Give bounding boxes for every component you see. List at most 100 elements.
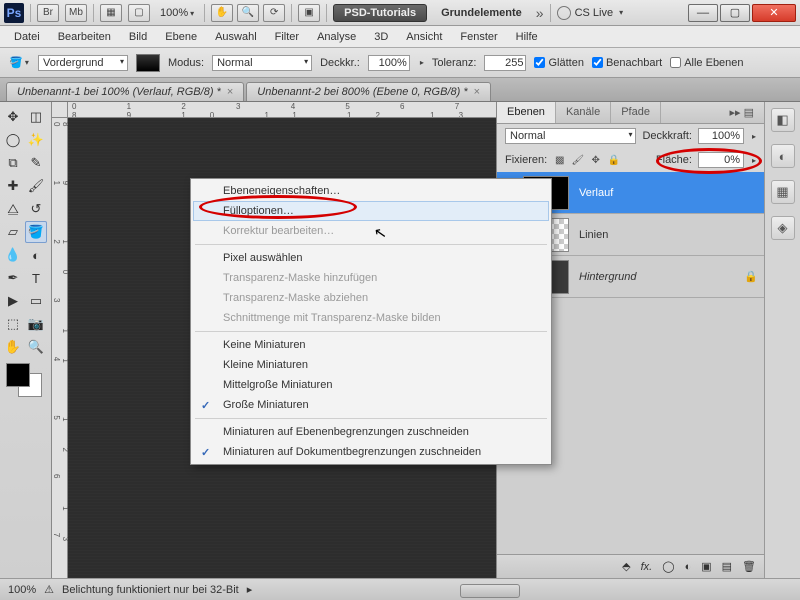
foreground-background-swatch[interactable]	[2, 363, 46, 399]
layer-name[interactable]: Verlauf	[573, 187, 764, 199]
tab-pfade[interactable]: Pfade	[611, 102, 661, 123]
ctx-no-thumbnails[interactable]: Keine Miniaturen	[193, 335, 549, 355]
fill-source-select[interactable]: Vordergrund	[38, 55, 128, 71]
menu-ebene[interactable]: Ebene	[157, 29, 205, 45]
type-tool[interactable]: T	[25, 267, 47, 289]
path-select-tool[interactable]: ▶	[2, 290, 24, 312]
fill-input[interactable]: 0%	[698, 152, 744, 168]
layer-name[interactable]: Linien	[573, 229, 764, 241]
ctx-medium-thumbnails[interactable]: Mittelgroße Miniaturen	[193, 375, 549, 395]
close-button[interactable]: ✕	[752, 4, 796, 22]
close-icon[interactable]: ×	[227, 86, 233, 98]
mask-icon[interactable]: ◯	[662, 560, 674, 573]
trash-icon[interactable]: 🗑	[742, 560, 756, 573]
heal-tool[interactable]: ✚	[2, 175, 24, 197]
workspace-more-icon[interactable]: »	[536, 5, 544, 21]
tolerance-input[interactable]: 255	[484, 55, 526, 71]
hand-tool[interactable]: ✋	[2, 336, 24, 358]
ruler-vertical[interactable]: 0 1 2 3 4 5 6 7 8 9 10 11 12 13 14 15 16	[52, 118, 68, 578]
ruler-origin[interactable]	[52, 102, 68, 118]
menu-bild[interactable]: Bild	[121, 29, 155, 45]
history-brush-tool[interactable]: ↺	[25, 198, 47, 220]
magic-wand-tool[interactable]: ✨	[25, 129, 47, 151]
menu-fenster[interactable]: Fenster	[452, 29, 505, 45]
dock-styles-icon[interactable]: ◈	[771, 216, 795, 240]
eyedropper-tool[interactable]: ✎	[25, 152, 47, 174]
ctx-select-pixels[interactable]: Pixel auswählen	[193, 248, 549, 268]
minimize-button[interactable]: ––	[688, 4, 718, 22]
menu-auswahl[interactable]: Auswahl	[207, 29, 265, 45]
ctx-small-thumbnails[interactable]: Kleine Miniaturen	[193, 355, 549, 375]
panel-menu-icon[interactable]: ▸▸ ▤	[720, 102, 765, 123]
dock-swatches-icon[interactable]: ▦	[771, 180, 795, 204]
workspace-psd-tutorials[interactable]: PSD-Tutorials	[333, 4, 427, 22]
zoom-icon[interactable]: 🔍	[237, 4, 259, 22]
status-zoom[interactable]: 100%	[8, 584, 36, 596]
link-layers-icon[interactable]: ⬘	[622, 560, 630, 573]
layer-blend-mode-select[interactable]: Normal	[505, 128, 636, 144]
cs-live-button[interactable]: CS Live ▾	[557, 6, 624, 20]
ctx-clip-to-document[interactable]: ✓Miniaturen auf Dokumentbegrenzungen zus…	[193, 442, 549, 462]
grid-icon[interactable]: ▦	[100, 4, 122, 22]
lock-position-icon[interactable]: ✥	[589, 154, 602, 167]
paint-bucket-icon[interactable]: 🪣▾	[8, 52, 30, 74]
lock-transparency-icon[interactable]: ▩	[553, 154, 566, 167]
ctx-blending-options[interactable]: Fülloptionen…	[193, 201, 549, 221]
rotate-icon[interactable]: ⟳	[263, 4, 285, 22]
blur-tool[interactable]: 💧	[2, 244, 24, 266]
menu-hilfe[interactable]: Hilfe	[508, 29, 546, 45]
dock-adjust-icon[interactable]: ◐	[771, 144, 795, 168]
menu-filter[interactable]: Filter	[267, 29, 307, 45]
shape-tool[interactable]: ▭	[25, 290, 47, 312]
workspace-label[interactable]: Grundelemente	[433, 7, 530, 19]
paint-bucket-tool[interactable]: 🪣	[25, 221, 47, 243]
horizontal-scrollbar[interactable]	[460, 584, 520, 598]
dock-layers-icon[interactable]: ◧	[771, 108, 795, 132]
tab-ebenen[interactable]: Ebenen	[497, 102, 556, 123]
fx-icon[interactable]: fx.	[641, 561, 653, 573]
new-layer-icon[interactable]: ▤	[722, 560, 732, 573]
menu-3d[interactable]: 3D	[366, 29, 396, 45]
ruler-icon[interactable]: ▢	[128, 4, 150, 22]
ctx-clip-to-layer[interactable]: Miniaturen auf Ebenenbegrenzungen zuschn…	[193, 422, 549, 442]
move-tool[interactable]: ✥	[2, 106, 24, 128]
minibridge-button[interactable]: Mb	[65, 4, 87, 22]
blend-mode-select[interactable]: Normal	[212, 55, 312, 71]
lasso-tool[interactable]: ◯	[2, 129, 24, 151]
lock-all-icon[interactable]: 🔒	[607, 154, 620, 167]
lock-pixels-icon[interactable]: 🖌	[571, 154, 584, 167]
opacity-input[interactable]: 100%	[368, 55, 410, 71]
menu-bearbeiten[interactable]: Bearbeiten	[50, 29, 119, 45]
maximize-button[interactable]: ▢	[720, 4, 750, 22]
doc-tab-2[interactable]: Unbenannt-2 bei 800% (Ebene 0, RGB/8) *×	[246, 82, 491, 101]
dodge-tool[interactable]: ◐	[25, 244, 47, 266]
close-icon[interactable]: ×	[474, 86, 480, 98]
layer-name[interactable]: Hintergrund	[573, 271, 744, 283]
bridge-button[interactable]: Br	[37, 4, 59, 22]
menu-analyse[interactable]: Analyse	[309, 29, 364, 45]
zoom-tool[interactable]: 🔍	[25, 336, 47, 358]
doc-tab-1[interactable]: Unbenannt-1 bei 100% (Verlauf, RGB/8) *×	[6, 82, 244, 101]
status-menu-icon[interactable]: ▸	[247, 583, 253, 596]
hand-icon[interactable]: ✋	[211, 4, 233, 22]
eraser-tool[interactable]: ▱	[2, 221, 24, 243]
stamp-tool[interactable]: ⧋	[2, 198, 24, 220]
pen-tool[interactable]: ✒	[2, 267, 24, 289]
menu-datei[interactable]: Datei	[6, 29, 48, 45]
ctx-large-thumbnails[interactable]: ✓Große Miniaturen	[193, 395, 549, 415]
ruler-horizontal[interactable]: 0 1 2 3 4 5 6 7 8 9 10 11 12 13 14	[68, 102, 496, 118]
brush-tool[interactable]: 🖌	[25, 175, 47, 197]
fill-swatch[interactable]	[136, 54, 160, 72]
group-icon[interactable]: ▣	[701, 560, 711, 573]
contiguous-checkbox[interactable]: Benachbart	[592, 57, 662, 69]
3d-camera-tool[interactable]: 📷	[25, 313, 47, 335]
ctx-layer-properties[interactable]: Ebeneneigenschaften…	[193, 181, 549, 201]
3d-tool[interactable]: ⬚	[2, 313, 24, 335]
zoom-display[interactable]: 100%▾	[156, 7, 198, 19]
marquee-tool[interactable]: ◫	[25, 106, 47, 128]
tab-kanaele[interactable]: Kanäle	[556, 102, 611, 123]
menu-ansicht[interactable]: Ansicht	[398, 29, 450, 45]
adjustment-icon[interactable]: ◐	[685, 561, 692, 573]
layer-opacity-input[interactable]: 100%	[698, 128, 744, 144]
foreground-color[interactable]	[6, 363, 30, 387]
